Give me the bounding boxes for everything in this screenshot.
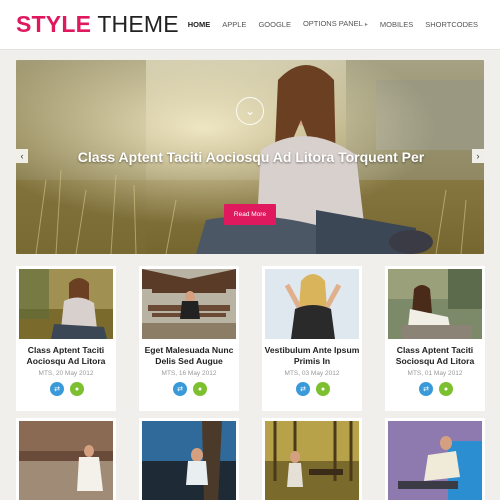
comment-icon[interactable]: ●	[193, 382, 207, 396]
post-thumbnail[interactable]	[265, 421, 359, 500]
post-card[interactable]	[385, 418, 485, 500]
nav-mobiles[interactable]: MOBILES	[374, 19, 419, 31]
post-thumbnail[interactable]	[142, 269, 236, 339]
nav-apple[interactable]: APPLE	[216, 19, 252, 31]
site-logo[interactable]: STYLE THEME	[16, 10, 179, 38]
comment-icon[interactable]: ●	[439, 382, 453, 396]
chevron-down-icon[interactable]: ⌄	[236, 97, 264, 125]
chevron-left-icon[interactable]: ‹	[16, 149, 28, 163]
post-card[interactable]: Vestibulum Ante Ipsum Primis In MTS, 03 …	[262, 266, 362, 411]
site-header: STYLE THEME HOME APPLE GOOGLE OPTIONS PA…	[0, 0, 500, 50]
post-thumbnail[interactable]	[19, 269, 113, 339]
post-card[interactable]: Class Aptent Taciti Sociosqu Ad Litora M…	[385, 266, 485, 411]
comment-icon[interactable]: ●	[70, 382, 84, 396]
share-icon[interactable]: ⇄	[419, 382, 433, 396]
post-meta: MTS, 01 May 2012	[407, 370, 463, 377]
post-thumbnail[interactable]	[142, 421, 236, 500]
share-icon[interactable]: ⇄	[296, 382, 310, 396]
post-card[interactable]: Class Aptent Taciti Aociosqu Ad Litora M…	[16, 266, 116, 411]
post-title[interactable]: Class Aptent Taciti Aociosqu Ad Litora	[18, 345, 114, 367]
post-title[interactable]: Vestibulum Ante Ipsum Primis In	[264, 345, 360, 367]
caret-right-icon: ▸	[364, 22, 368, 28]
post-card[interactable]: Eget Malesuada Nunc Delis Sed Augue MTS,…	[139, 266, 239, 411]
read-more-button[interactable]: Read More	[224, 204, 276, 225]
chevron-right-icon[interactable]: ›	[472, 149, 484, 163]
post-title[interactable]: Eget Malesuada Nunc Delis Sed Augue	[141, 345, 237, 367]
logo-style-text: STYLE	[16, 11, 92, 37]
nav-home[interactable]: HOME	[182, 19, 217, 31]
nav-options-panel-label: OPTIONS PANEL	[302, 19, 363, 28]
share-icon[interactable]: ⇄	[50, 382, 64, 396]
nav-shortcodes[interactable]: SHORTCODES	[419, 19, 484, 31]
share-icon[interactable]: ⇄	[173, 382, 187, 396]
post-actions: ⇄ ●	[50, 382, 84, 396]
post-actions: ⇄ ●	[296, 382, 330, 396]
post-meta: MTS, 03 May 2012	[284, 370, 340, 377]
slide-title[interactable]: Class Aptent Taciti Aociosqu Ad Litora T…	[76, 148, 426, 166]
post-thumbnail[interactable]	[388, 269, 482, 339]
post-thumbnail[interactable]	[265, 269, 359, 339]
nav-options-panel[interactable]: OPTIONS PANEL ▸	[297, 18, 374, 31]
post-thumbnail[interactable]	[388, 421, 482, 500]
main-nav: HOME APPLE GOOGLE OPTIONS PANEL ▸ MOBILES…	[182, 18, 484, 31]
post-title[interactable]: Class Aptent Taciti Sociosqu Ad Litora	[387, 345, 483, 367]
post-thumbnail[interactable]	[19, 421, 113, 500]
post-card[interactable]	[16, 418, 116, 500]
featured-slider[interactable]: ⌄ Class Aptent Taciti Aociosqu Ad Litora…	[16, 60, 484, 254]
comment-icon[interactable]: ●	[316, 382, 330, 396]
post-meta: MTS, 16 May 2012	[161, 370, 217, 377]
logo-theme-text: THEME	[97, 11, 179, 37]
post-actions: ⇄ ●	[173, 382, 207, 396]
nav-google[interactable]: GOOGLE	[252, 19, 297, 31]
post-card[interactable]	[262, 418, 362, 500]
post-actions: ⇄ ●	[419, 382, 453, 396]
post-card[interactable]	[139, 418, 239, 500]
post-meta: MTS, 20 May 2012	[38, 370, 94, 377]
